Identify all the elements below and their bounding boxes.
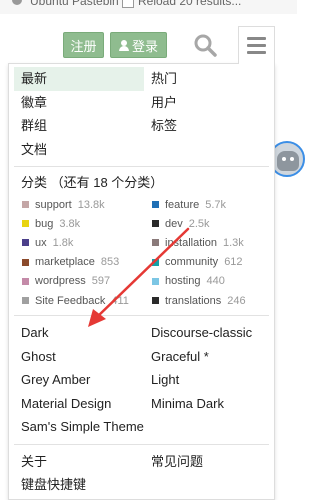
- category-name: hosting: [165, 275, 201, 288]
- top-strip: Ubuntu Pastebin Reload 20 results...: [0, 0, 297, 14]
- theme-link-sam-s-simple-theme[interactable]: Sam's Simple Theme: [14, 415, 144, 439]
- nav-link-docs[interactable]: 文档: [14, 138, 144, 162]
- divider: [14, 315, 269, 317]
- login-label: 登录: [131, 38, 158, 54]
- category-item-hosting[interactable]: hosting 440: [144, 272, 271, 291]
- category-item-support[interactable]: support 13.8k: [14, 195, 144, 214]
- login-button[interactable]: 登录: [110, 32, 167, 58]
- hamburger-icon: [247, 37, 266, 40]
- theme-list: Dark Discourse-classic Ghost Graceful * Grey…: [14, 321, 269, 439]
- category-color-swatch: [152, 201, 159, 209]
- category-item-dev[interactable]: dev 2.5k: [144, 214, 271, 233]
- checkbox-icon[interactable]: [122, 0, 134, 8]
- category-count: 1.3k: [222, 236, 244, 249]
- category-color-swatch: [22, 220, 29, 228]
- hamburger-dropdown-panel: 最新 热门 徽章 用户 群组 标签 文档 分类 （还有 18 个分类） supp…: [8, 63, 275, 500]
- faq-link[interactable]: 常见问题: [144, 450, 271, 474]
- user-icon: [118, 39, 129, 51]
- category-name: ux: [35, 236, 47, 249]
- category-item-installation[interactable]: installation 1.3k: [144, 233, 271, 252]
- theme-link-material-design[interactable]: Material Design: [14, 392, 144, 416]
- category-count: 597: [91, 275, 111, 288]
- category-name: community: [165, 256, 219, 269]
- category-item-marketplace[interactable]: marketplace 853: [14, 253, 144, 272]
- category-color-swatch: [152, 258, 159, 266]
- category-name: translations: [165, 294, 222, 307]
- category-item-community[interactable]: community 612: [144, 253, 271, 272]
- theme-link-minima-dark[interactable]: Minima Dark: [144, 392, 271, 416]
- category-count: 5.7k: [205, 198, 227, 211]
- category-name: dev: [165, 217, 183, 230]
- category-color-swatch: [22, 297, 29, 305]
- search-icon[interactable]: [193, 33, 217, 57]
- category-count: 246: [227, 294, 246, 307]
- top-left-text[interactable]: Ubuntu Pastebin: [30, 0, 119, 8]
- category-name: wordpress: [35, 275, 86, 288]
- category-color-swatch: [22, 277, 29, 285]
- avatar-face-icon: [277, 151, 299, 171]
- category-item-site-feedback[interactable]: Site Feedback 411: [14, 291, 144, 310]
- nav-link-groups[interactable]: 群组: [14, 114, 144, 138]
- nav-link-top[interactable]: 热门: [144, 67, 271, 91]
- theme-link-graceful[interactable]: Graceful *: [144, 345, 271, 369]
- theme-link-discourse-classic[interactable]: Discourse-classic: [144, 321, 271, 345]
- category-color-swatch: [22, 239, 29, 247]
- category-color-swatch: [152, 239, 159, 247]
- category-count: 1.8k: [52, 236, 74, 249]
- nav-link-badges[interactable]: 徽章: [14, 91, 144, 115]
- category-item-ux[interactable]: ux 1.8k: [14, 233, 144, 252]
- category-item-bug[interactable]: bug 3.8k: [14, 214, 144, 233]
- site-icon: [12, 0, 22, 5]
- hamburger-menu-button[interactable]: [238, 26, 275, 64]
- nav-links: 最新 热门 徽章 用户 群组 标签 文档: [14, 67, 269, 161]
- nav-link-tags[interactable]: 标签: [144, 114, 271, 138]
- category-name: feature: [165, 198, 200, 211]
- category-item-feature[interactable]: feature 5.7k: [144, 195, 271, 214]
- category-color-swatch: [152, 277, 159, 285]
- theme-link-dark[interactable]: Dark: [14, 321, 144, 345]
- register-button[interactable]: 注册: [63, 32, 104, 58]
- about-link[interactable]: 关于: [14, 450, 144, 474]
- category-color-swatch: [22, 258, 29, 266]
- theme-link-ghost[interactable]: Ghost: [14, 345, 144, 369]
- top-right-text[interactable]: Reload 20 results...: [138, 0, 241, 8]
- category-name: bug: [35, 217, 54, 230]
- category-count: 3.8k: [59, 217, 81, 230]
- category-count: 853: [100, 256, 120, 269]
- theme-link-grey-amber[interactable]: Grey Amber: [14, 368, 144, 392]
- category-color-swatch: [22, 201, 29, 209]
- category-name: support: [35, 198, 72, 211]
- nav-link-latest[interactable]: 最新: [14, 67, 144, 91]
- category-count: 411: [111, 294, 129, 307]
- nav-link-users[interactable]: 用户: [144, 91, 271, 115]
- category-count: 2.5k: [188, 217, 210, 230]
- register-label: 注册: [70, 38, 97, 54]
- category-list: support 13.8k feature 5.7k bug 3.8k dev 2.5k ux 1…: [14, 195, 269, 310]
- footer-links: 关于 常见问题 键盘快捷键: [14, 450, 269, 497]
- category-count: 612: [224, 256, 243, 269]
- category-color-swatch: [152, 220, 159, 228]
- category-count: 13.8k: [77, 198, 105, 211]
- categories-heading[interactable]: 分类 （还有 18 个分类）: [14, 172, 269, 194]
- category-count: 440: [206, 275, 225, 288]
- keyboard-shortcuts-link[interactable]: 键盘快捷键: [14, 473, 144, 497]
- category-name: Site Feedback: [35, 294, 106, 307]
- category-color-swatch: [152, 297, 159, 305]
- category-name: marketplace: [35, 256, 95, 269]
- divider: [14, 166, 269, 167]
- theme-link-light[interactable]: Light: [144, 368, 271, 392]
- category-item-translations[interactable]: translations 246: [144, 291, 271, 310]
- category-item-wordpress[interactable]: wordpress 597: [14, 272, 144, 291]
- category-name: installation: [165, 236, 217, 249]
- divider: [14, 443, 269, 445]
